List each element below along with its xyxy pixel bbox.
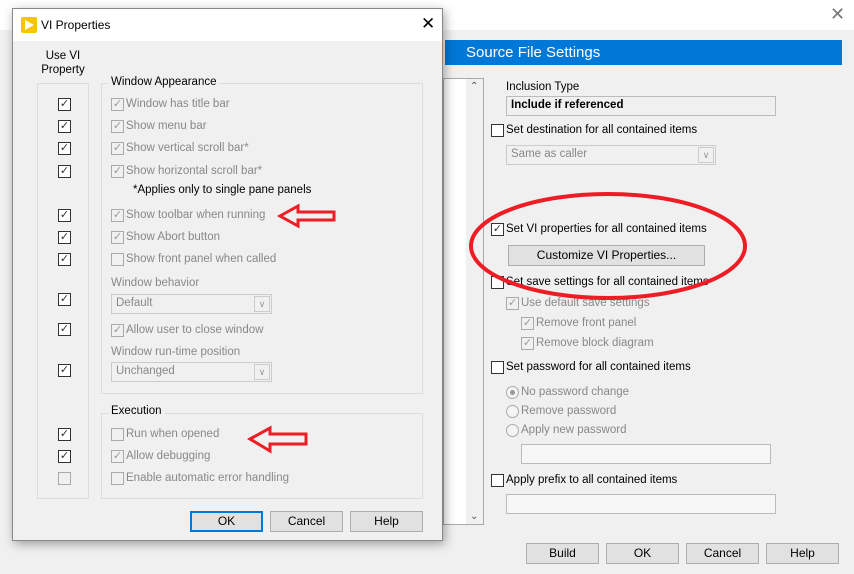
apply-prefix-label: Apply prefix to all contained items bbox=[506, 474, 678, 486]
show-abort-label: Show Abort button bbox=[126, 231, 220, 243]
set-destination-label: Set destination for all contained items bbox=[506, 124, 698, 136]
use-show-menu-bar-checkbox[interactable]: ✓ bbox=[58, 120, 71, 133]
error-handling-label: Enable automatic error handling bbox=[126, 472, 290, 484]
apply-prefix-checkbox[interactable] bbox=[491, 474, 504, 487]
no-password-change-label: No password change bbox=[521, 386, 630, 398]
window-appearance-label: Window Appearance bbox=[108, 76, 220, 88]
apply-new-password-radio[interactable] bbox=[506, 424, 519, 437]
use-vertical-scroll-checkbox[interactable]: ✓ bbox=[58, 142, 71, 155]
cancel-button[interactable]: Cancel bbox=[686, 543, 759, 564]
remove-block-diagram-label: Remove block diagram bbox=[536, 337, 654, 349]
dialog-title-bar: VI Properties ✕ bbox=[13, 9, 442, 41]
window-has-title-bar-checkbox[interactable]: ✓ bbox=[111, 98, 124, 111]
close-icon[interactable]: ✕ bbox=[421, 14, 435, 34]
use-show-abort-checkbox[interactable]: ✓ bbox=[58, 231, 71, 244]
run-when-opened-checkbox[interactable] bbox=[111, 428, 124, 441]
destination-value: Same as caller bbox=[511, 148, 588, 160]
use-run-when-opened-checkbox[interactable]: ✓ bbox=[58, 428, 71, 441]
allow-debugging-label: Allow debugging bbox=[126, 450, 211, 462]
set-destination-checkbox[interactable] bbox=[491, 124, 504, 137]
dialog-cancel-button[interactable]: Cancel bbox=[270, 511, 343, 532]
window-behavior-dropdown[interactable]: Default ∨ bbox=[111, 294, 272, 314]
remove-front-panel-label: Remove front panel bbox=[536, 317, 637, 329]
chevron-down-icon: ∨ bbox=[254, 364, 270, 380]
show-front-panel-checkbox[interactable] bbox=[111, 253, 124, 266]
runtime-position-value: Unchanged bbox=[116, 365, 175, 377]
allow-close-checkbox[interactable]: ✓ bbox=[111, 324, 124, 337]
show-toolbar-label: Show toolbar when running bbox=[126, 209, 266, 221]
use-error-handling-checkbox[interactable] bbox=[58, 472, 71, 485]
show-menu-bar-checkbox[interactable]: ✓ bbox=[111, 120, 124, 133]
show-horizontal-scroll-label: Show horizontal scroll bar* bbox=[126, 165, 263, 177]
show-front-panel-label: Show front panel when called bbox=[126, 253, 277, 265]
dialog-title: VI Properties bbox=[41, 18, 111, 32]
annotation-arrow-toolbar bbox=[276, 203, 336, 229]
dialog-ok-button[interactable]: OK bbox=[190, 511, 263, 532]
annotation-ellipse bbox=[469, 192, 747, 300]
show-horizontal-scroll-checkbox[interactable]: ✓ bbox=[111, 165, 124, 178]
window-behavior-value: Default bbox=[116, 297, 153, 309]
use-window-behavior-checkbox[interactable]: ✓ bbox=[58, 293, 71, 306]
source-file-settings-header: Source File Settings bbox=[445, 40, 842, 65]
use-vi-property-header: Use VI Property bbox=[41, 50, 85, 76]
set-password-label: Set password for all contained items bbox=[506, 361, 691, 373]
set-password-checkbox[interactable] bbox=[491, 361, 504, 374]
allow-debugging-checkbox[interactable]: ✓ bbox=[111, 450, 124, 463]
allow-close-label: Allow user to close window bbox=[126, 324, 264, 336]
error-handling-checkbox[interactable] bbox=[111, 472, 124, 485]
window-has-title-bar-label: Window has title bar bbox=[126, 98, 230, 110]
show-toolbar-checkbox[interactable]: ✓ bbox=[111, 209, 124, 222]
prefix-input[interactable] bbox=[506, 494, 776, 514]
no-password-change-radio[interactable] bbox=[506, 386, 519, 399]
execution-label: Execution bbox=[108, 405, 165, 417]
show-vertical-scroll-checkbox[interactable]: ✓ bbox=[111, 142, 124, 155]
remove-block-diagram-checkbox[interactable]: ✓ bbox=[521, 337, 534, 350]
labview-vi-icon bbox=[21, 17, 37, 33]
use-horizontal-scroll-checkbox[interactable]: ✓ bbox=[58, 165, 71, 178]
run-when-opened-label: Run when opened bbox=[126, 428, 220, 440]
vi-properties-dialog: VI Properties ✕ Use VI Property Window A… bbox=[12, 8, 443, 541]
destination-dropdown[interactable]: Same as caller ∨ bbox=[506, 145, 716, 165]
window-behavior-label: Window behavior bbox=[111, 277, 200, 289]
help-button[interactable]: Help bbox=[766, 543, 839, 564]
password-input[interactable] bbox=[521, 444, 771, 464]
runtime-position-dropdown[interactable]: Unchanged ∨ bbox=[111, 362, 272, 382]
show-vertical-scroll-label: Show vertical scroll bar* bbox=[126, 142, 249, 154]
remove-front-panel-checkbox[interactable]: ✓ bbox=[521, 317, 534, 330]
chevron-down-icon: ∨ bbox=[698, 147, 714, 163]
single-pane-note: *Applies only to single pane panels bbox=[133, 184, 312, 196]
use-show-toolbar-checkbox[interactable]: ✓ bbox=[58, 209, 71, 222]
annotation-arrow-run-when-opened bbox=[246, 425, 308, 454]
use-allow-debugging-checkbox[interactable]: ✓ bbox=[58, 450, 71, 463]
remove-password-radio[interactable] bbox=[506, 405, 519, 418]
background-close-icon[interactable]: ✕ bbox=[830, 4, 845, 25]
use-allow-close-checkbox[interactable]: ✓ bbox=[58, 323, 71, 336]
ok-button[interactable]: OK bbox=[606, 543, 679, 564]
inclusion-type-label: Inclusion Type bbox=[506, 81, 580, 93]
use-window-has-title-bar-checkbox[interactable]: ✓ bbox=[58, 98, 71, 111]
show-menu-bar-label: Show menu bar bbox=[126, 120, 207, 132]
apply-new-password-label: Apply new password bbox=[521, 424, 627, 436]
dialog-help-button[interactable]: Help bbox=[350, 511, 423, 532]
use-runtime-position-checkbox[interactable]: ✓ bbox=[58, 364, 71, 377]
inclusion-type-value: Include if referenced bbox=[506, 96, 776, 116]
runtime-position-label: Window run-time position bbox=[111, 346, 241, 358]
show-abort-checkbox[interactable]: ✓ bbox=[111, 231, 124, 244]
chevron-down-icon: ∨ bbox=[254, 296, 270, 312]
build-button[interactable]: Build bbox=[526, 543, 599, 564]
use-show-front-panel-checkbox[interactable]: ✓ bbox=[58, 253, 71, 266]
remove-password-label: Remove password bbox=[521, 405, 617, 417]
